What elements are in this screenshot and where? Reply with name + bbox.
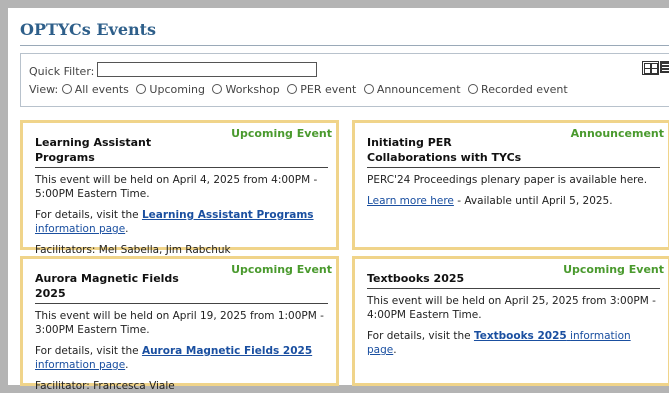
radio-circle-icon (61, 84, 72, 94)
radio-label: PER event (300, 83, 357, 96)
quick-filter-input[interactable] (97, 62, 317, 77)
event-card-learning-assistant: Upcoming Event Learning Assistant Progra… (20, 120, 339, 256)
list-line (662, 64, 669, 65)
details-link-bold: Learning Assistant Programs (141, 209, 314, 221)
radio-label: Workshop (225, 83, 280, 96)
details-suffix: . (125, 359, 129, 371)
view-label: View: (29, 83, 59, 96)
quick-filter-label: Quick Filter: (29, 65, 95, 78)
event-time-text: This event will be held on April 4, 2025… (35, 174, 318, 200)
card-divider (35, 303, 328, 304)
status-badge: Upcoming Event (563, 263, 664, 276)
radio-circle-icon (136, 84, 147, 94)
status-badge: Upcoming Event (231, 263, 332, 276)
title-divider (20, 45, 669, 46)
availability-text: - Available until April 5, 2025. (453, 195, 613, 207)
details-link-rest: information page (35, 359, 126, 371)
card-body: This event will be held on April 25, 202… (367, 294, 660, 357)
card-body: PERC'24 Proceedings plenary paper is ava… (367, 173, 660, 208)
radio-label: Upcoming (149, 83, 205, 96)
radio-label: Recorded event (481, 83, 568, 96)
radio-upcoming[interactable]: Upcoming (136, 83, 205, 96)
event-time-text: This event will be held on April 25, 202… (367, 295, 656, 321)
details-prefix: For details, visit the (35, 209, 142, 221)
details-suffix: . (125, 223, 129, 235)
list-view-icon[interactable] (660, 61, 669, 73)
learn-more-link[interactable]: Learn more here (367, 195, 454, 207)
list-line (662, 67, 669, 68)
card-divider (35, 167, 328, 168)
details-prefix: For details, visit the (35, 345, 142, 357)
status-badge: Announcement (570, 127, 664, 140)
radio-label: All events (74, 83, 129, 96)
view-options: View: All events Upcoming Workshop PER e… (29, 83, 572, 96)
grid-cell (651, 68, 658, 74)
event-card-textbooks: Upcoming Event Textbooks 2025 This event… (352, 256, 669, 386)
radio-circle-icon (212, 84, 223, 94)
status-badge: Upcoming Event (231, 127, 332, 140)
details-text: For details, visit the Textbooks 2025 in… (367, 329, 660, 357)
radio-announcement[interactable]: Announcement (363, 83, 461, 96)
details-link-bold: Textbooks 2025 (473, 330, 567, 342)
list-line (662, 70, 669, 71)
radio-label: Announcement (376, 83, 461, 96)
event-card-aurora: Upcoming Event Aurora Magnetic Fields 20… (20, 256, 339, 392)
filter-box: Quick Filter: View: All events Upcoming … (20, 53, 669, 107)
details-suffix: . (393, 344, 397, 356)
details-prefix: For details, visit the (367, 330, 474, 342)
card-body: This event will be held on April 4, 2025… (35, 173, 328, 257)
details-link-bold: Aurora Magnetic Fields 2025 (141, 345, 313, 357)
grid-view-icon[interactable] (642, 61, 659, 75)
radio-per-event[interactable]: PER event (287, 83, 356, 96)
radio-recorded-event[interactable]: Recorded event (468, 83, 568, 96)
card-divider (367, 288, 660, 289)
details-link-rest: information page (35, 223, 126, 235)
facilitators-text: Facilitators: Mel Sabella, Jim Rabchuk (35, 244, 231, 256)
radio-circle-icon (287, 84, 298, 94)
card-title: Initiating PER Collaborations with TYCs (367, 136, 522, 164)
facilitators-text: Facilitator: Francesca Viale (35, 380, 175, 392)
details-text: For details, visit the Aurora Magnetic F… (35, 344, 328, 372)
radio-workshop[interactable]: Workshop (212, 83, 280, 96)
card-title: Textbooks 2025 (367, 272, 465, 285)
card-divider (367, 167, 660, 168)
announcement-text: PERC'24 Proceedings plenary paper is ava… (367, 174, 648, 186)
card-title: Aurora Magnetic Fields 2025 (35, 272, 179, 300)
radio-all-events[interactable]: All events (61, 83, 129, 96)
learn-more-text: Learn more here - Available until April … (367, 194, 660, 208)
grid-cell (644, 68, 651, 74)
details-text: For details, visit the Learning Assistan… (35, 208, 328, 236)
page-title: OPTYCs Events (20, 20, 157, 39)
card-body: This event will be held on April 19, 202… (35, 309, 328, 393)
event-time-text: This event will be held on April 19, 202… (35, 310, 324, 336)
events-panel: OPTYCs Events Quick Filter: View: All ev… (8, 8, 669, 392)
event-card-initiating-per: Announcement Initiating PER Collaboratio… (352, 120, 669, 250)
card-title: Learning Assistant Programs (35, 136, 152, 164)
radio-circle-icon (363, 84, 374, 94)
radio-circle-icon (468, 84, 479, 94)
